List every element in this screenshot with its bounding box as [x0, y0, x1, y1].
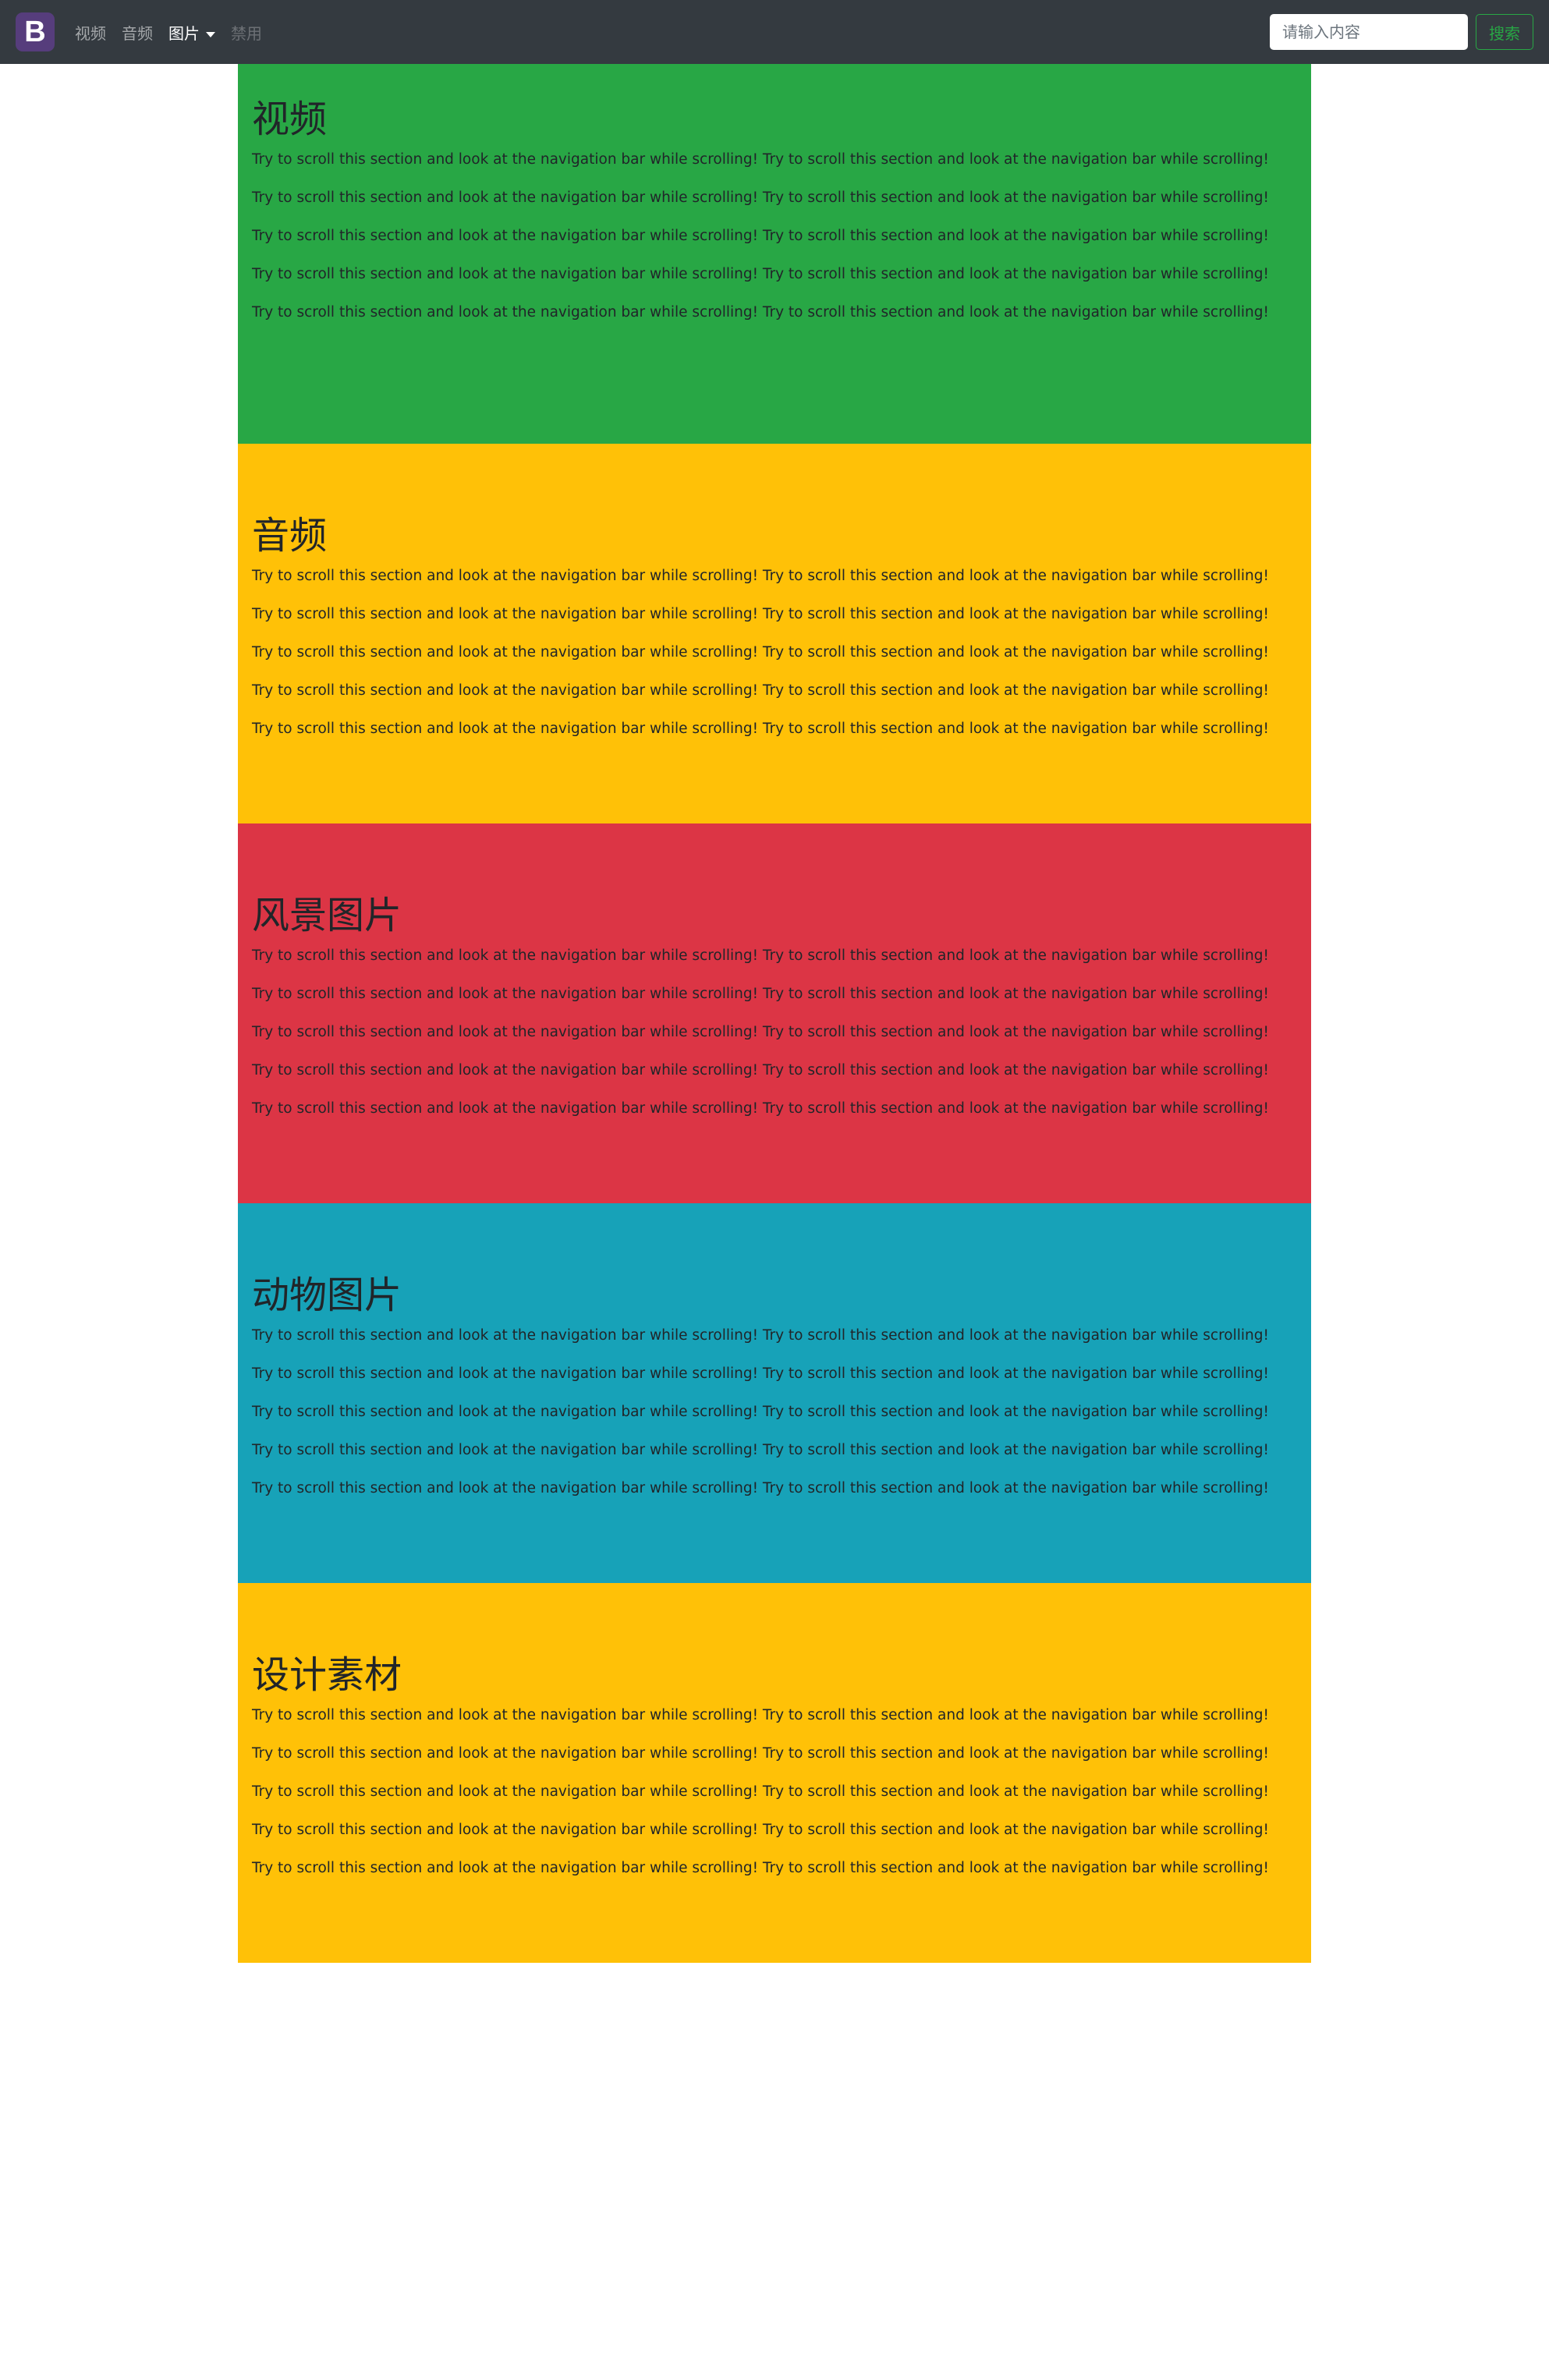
nav-link-audio[interactable]: 音频 — [122, 21, 153, 44]
section-heading: 视频 — [252, 97, 328, 141]
section-paragraph: Try to scroll this section and look at t… — [252, 947, 1269, 964]
section-paragraph: Try to scroll this section and look at t… — [252, 1024, 1269, 1040]
search-button[interactable]: 搜索 — [1476, 14, 1533, 50]
section-paragraph: Try to scroll this section and look at t… — [252, 644, 1269, 661]
section-paragraph: Try to scroll this section and look at t… — [252, 151, 1269, 168]
section-landscape-images: 风景图片 Try to scroll this section and look… — [238, 823, 1311, 1203]
section-paragraph: Try to scroll this section and look at t… — [252, 1860, 1269, 1876]
chevron-down-icon — [206, 31, 215, 37]
section-heading: 设计素材 — [252, 1653, 402, 1697]
section-paragraph: Try to scroll this section and look at t… — [252, 1365, 1269, 1382]
section-paragraph: Try to scroll this section and look at t… — [252, 1062, 1269, 1078]
search-input[interactable] — [1270, 14, 1468, 50]
section-paragraph: Try to scroll this section and look at t… — [252, 606, 1269, 622]
section-paragraph: Try to scroll this section and look at t… — [252, 682, 1269, 699]
section-paragraph: Try to scroll this section and look at t… — [252, 1822, 1269, 1838]
section-paragraph: Try to scroll this section and look at t… — [252, 228, 1269, 244]
section-paragraph: Try to scroll this section and look at t… — [252, 1442, 1269, 1458]
section-paragraph: Try to scroll this section and look at t… — [252, 189, 1269, 206]
section-paragraph: Try to scroll this section and look at t… — [252, 1783, 1269, 1800]
section-paragraph: Try to scroll this section and look at t… — [252, 1404, 1269, 1420]
section-heading: 音频 — [252, 514, 328, 558]
section-audio: 音频 Try to scroll this section and look a… — [238, 444, 1311, 823]
section-heading: 动物图片 — [252, 1273, 402, 1317]
section-paragraph: Try to scroll this section and look at t… — [252, 1707, 1269, 1723]
section-paragraph: Try to scroll this section and look at t… — [252, 1745, 1269, 1762]
section-paragraph: Try to scroll this section and look at t… — [252, 568, 1269, 584]
nav-link-disabled: 禁用 — [231, 23, 262, 43]
section-paragraph: Try to scroll this section and look at t… — [252, 1480, 1269, 1496]
nav-dropdown-images[interactable]: 图片 — [168, 21, 215, 44]
nav-dropdown-images-label: 图片 — [168, 23, 200, 43]
top-navbar: B 视频 音频 图片 禁用 搜索 — [0, 0, 1549, 64]
section-video: 视频 Try to scroll this section and look a… — [238, 64, 1311, 444]
section-paragraph: Try to scroll this section and look at t… — [252, 304, 1269, 321]
section-heading: 风景图片 — [252, 894, 402, 937]
section-animal-images: 动物图片 Try to scroll this section and look… — [238, 1203, 1311, 1583]
content-column: 视频 Try to scroll this section and look a… — [238, 64, 1311, 1963]
section-paragraph: Try to scroll this section and look at t… — [252, 266, 1269, 282]
section-design-materials: 设计素材 Try to scroll this section and look… — [238, 1583, 1311, 1963]
brand-logo[interactable]: B — [16, 12, 55, 51]
section-paragraph: Try to scroll this section and look at t… — [252, 1327, 1269, 1344]
section-paragraph: Try to scroll this section and look at t… — [252, 986, 1269, 1002]
section-paragraph: Try to scroll this section and look at t… — [252, 721, 1269, 737]
nav-link-video[interactable]: 视频 — [75, 21, 106, 44]
section-paragraph: Try to scroll this section and look at t… — [252, 1100, 1269, 1117]
